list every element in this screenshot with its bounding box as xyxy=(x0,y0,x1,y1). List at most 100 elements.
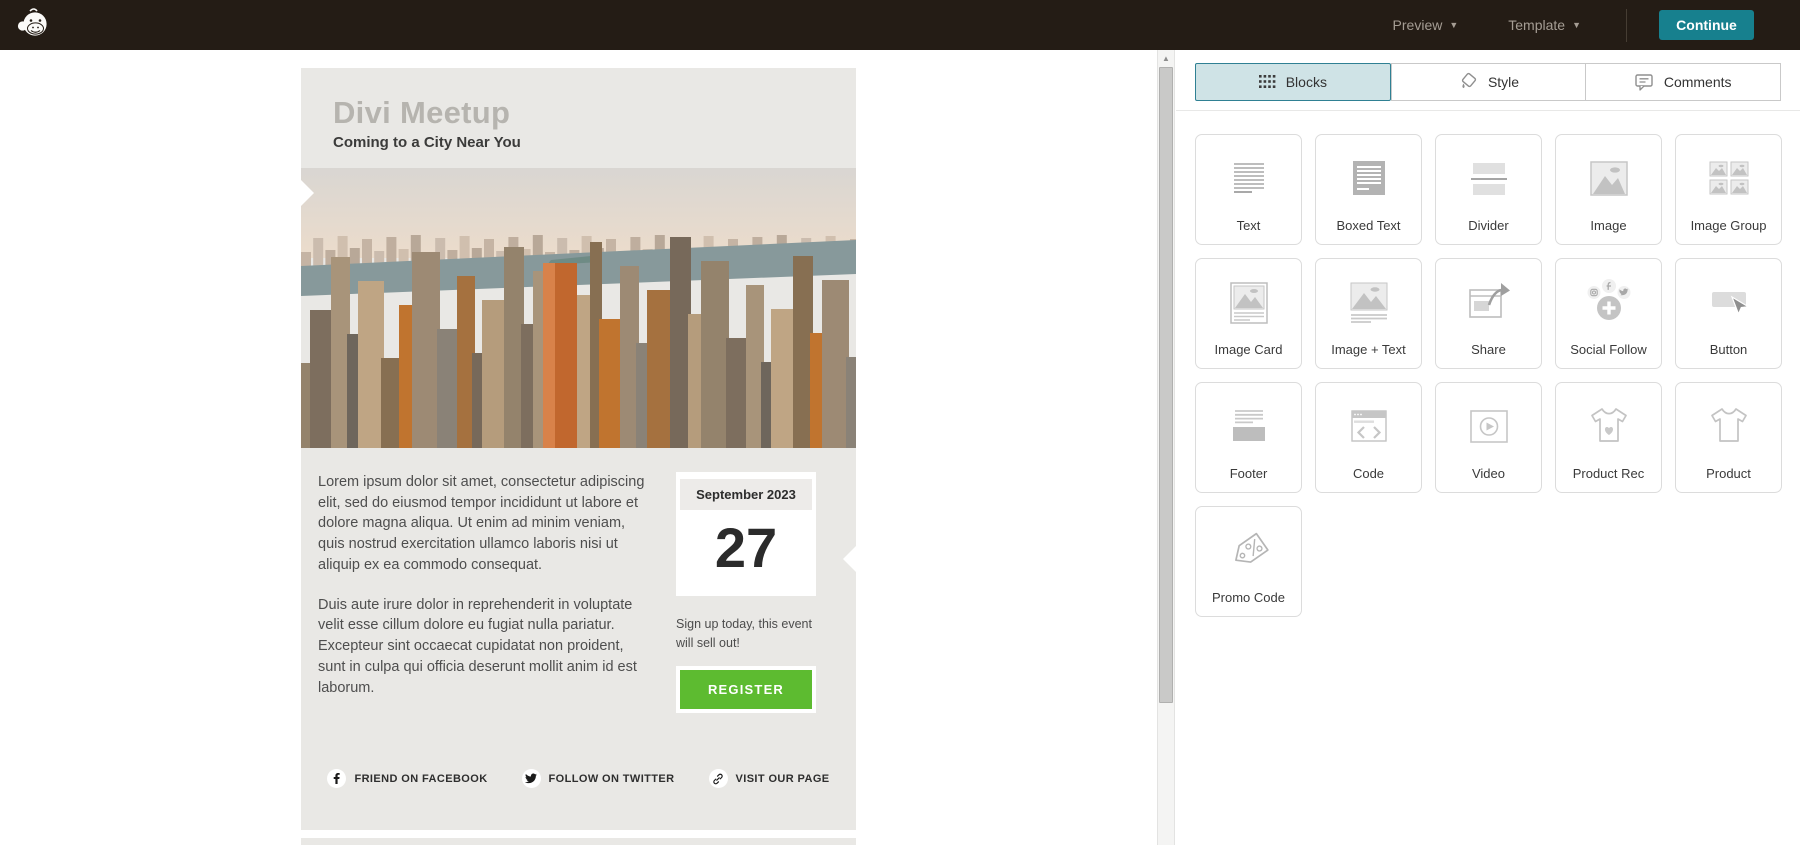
block-tile-video[interactable]: Video xyxy=(1435,382,1542,493)
continue-button[interactable]: Continue xyxy=(1659,10,1754,40)
block-tile-label: Text xyxy=(1236,218,1261,233)
promo-code-icon xyxy=(1221,507,1277,590)
tab-style-label: Style xyxy=(1487,74,1520,90)
share-icon xyxy=(1461,259,1517,342)
block-tile-label: Product xyxy=(1706,466,1751,481)
image-icon xyxy=(1581,135,1637,218)
block-tile-image-plus-text[interactable]: Image + Text xyxy=(1315,258,1422,369)
image-plus-text-icon xyxy=(1341,259,1397,342)
signup-note: Sign up today, this event will sell out! xyxy=(676,617,812,650)
block-tile-label: Code xyxy=(1352,466,1385,481)
vertical-scrollbar[interactable]: ▲ xyxy=(1157,50,1175,845)
block-tile-code[interactable]: Code xyxy=(1315,382,1422,493)
section-marker xyxy=(301,180,314,206)
block-tile-promo-code[interactable]: Promo Code xyxy=(1195,506,1302,617)
preview-menu[interactable]: Preview ▼ xyxy=(1393,17,1459,33)
block-tile-label: Video xyxy=(1471,466,1505,481)
tab-comments-label: Comments xyxy=(1663,74,1732,90)
email-title: Divi Meetup xyxy=(333,95,511,130)
block-tile-label: Social Follow xyxy=(1570,342,1647,357)
email-builder-app: Preview ▼ Template ▼ Continue Divi Meetu… xyxy=(0,0,1800,845)
block-tile-label: Image Group xyxy=(1690,218,1767,233)
footer-icon xyxy=(1221,383,1277,466)
email-social-footer-block[interactable]: FRIEND ON FACEBOOK FOLLOW ON TWITTER VIS… xyxy=(301,769,856,789)
preview-menu-label: Preview xyxy=(1392,17,1443,33)
tab-blocks[interactable]: Blocks xyxy=(1195,63,1391,101)
divider-icon xyxy=(1461,135,1517,218)
top-bar: Preview ▼ Template ▼ Continue xyxy=(0,0,1800,50)
block-tile-button[interactable]: Button xyxy=(1675,258,1782,369)
block-tile-label: Footer xyxy=(1229,466,1268,481)
block-tile-image[interactable]: Image xyxy=(1555,134,1662,245)
event-date-card: September 2023 27 xyxy=(676,472,816,596)
block-tile-label: Boxed Text xyxy=(1336,218,1401,233)
panel-separator xyxy=(1176,110,1800,111)
block-tile-label: Divider xyxy=(1468,218,1509,233)
facebook-icon xyxy=(327,769,347,789)
section-marker xyxy=(843,546,856,572)
boxed-text-icon xyxy=(1341,135,1397,218)
city-skyline-photo[interactable] xyxy=(301,168,856,448)
block-tile-image-card[interactable]: Image Card xyxy=(1195,258,1302,369)
panel-tab-bar: Blocks Style Comments xyxy=(1195,63,1782,101)
block-tile-footer[interactable]: Footer xyxy=(1195,382,1302,493)
template-menu[interactable]: Template ▼ xyxy=(1508,17,1581,33)
twitter-icon xyxy=(521,769,541,789)
text-block-icon xyxy=(1221,135,1277,218)
block-tile-product[interactable]: Product xyxy=(1675,382,1782,493)
block-tile-label: Button xyxy=(1709,342,1748,357)
block-tile-share[interactable]: Share xyxy=(1435,258,1542,369)
product-rec-icon xyxy=(1581,383,1637,466)
block-tile-product-rec[interactable]: Product Rec xyxy=(1555,382,1662,493)
block-tile-label: Image Card xyxy=(1214,342,1283,357)
email-subtitle: Coming to a City Near You xyxy=(333,134,521,151)
comment-icon xyxy=(1635,73,1653,91)
website-link-label: VISIT OUR PAGE xyxy=(735,772,830,785)
block-tile-label: Promo Code xyxy=(1212,590,1285,605)
chevron-down-icon: ▼ xyxy=(1449,20,1459,30)
email-header-block[interactable]: Divi Meetup Coming to a City Near You xyxy=(301,68,856,151)
body-paragraph: Duis aute irure dolor in reprehenderit i… xyxy=(318,596,637,696)
scrollbar-thumb[interactable] xyxy=(1159,67,1173,703)
tab-comments[interactable]: Comments xyxy=(1586,63,1782,101)
block-tile-social-follow[interactable]: Social Follow xyxy=(1555,258,1662,369)
event-sidebar-column: September 2023 27 Sign up today, this ev… xyxy=(676,472,816,717)
email-preview-canvas[interactable]: Divi Meetup Coming to a City Near You Lo… xyxy=(301,68,856,830)
tab-style[interactable]: Style xyxy=(1390,63,1587,101)
template-menu-label: Template xyxy=(1508,17,1566,33)
block-tile-text[interactable]: Text xyxy=(1195,134,1302,245)
editor-side-panel: Blocks Style Comments Text Boxed Text Di… xyxy=(1176,50,1800,845)
block-tile-divider[interactable]: Divider xyxy=(1435,134,1542,245)
button-block-icon xyxy=(1701,259,1757,342)
chevron-down-icon: ▼ xyxy=(1572,20,1581,30)
body-paragraph: Lorem ipsum dolor sit amet, consectetur … xyxy=(318,474,645,573)
paint-icon xyxy=(1461,72,1477,89)
facebook-link-label: FRIEND ON FACEBOOK xyxy=(354,772,488,785)
next-email-section-peek[interactable] xyxy=(301,838,856,845)
facebook-link[interactable]: FRIEND ON FACEBOOK xyxy=(327,769,488,789)
scrollbar-up-arrow-icon[interactable]: ▲ xyxy=(1158,54,1174,63)
twitter-link-label: FOLLOW ON TWITTER xyxy=(548,772,675,785)
image-card-icon xyxy=(1221,259,1277,342)
email-body-block[interactable]: Lorem ipsum dolor sit amet, consectetur … xyxy=(301,448,856,717)
block-tile-boxed-text[interactable]: Boxed Text xyxy=(1315,134,1422,245)
topbar-divider xyxy=(1626,8,1627,42)
event-month: September 2023 xyxy=(680,479,812,510)
mailchimp-freddie-logo-icon[interactable] xyxy=(14,7,50,43)
block-tile-label: Image + Text xyxy=(1331,342,1406,357)
block-tile-label: Share xyxy=(1471,342,1506,357)
website-link[interactable]: VISIT OUR PAGE xyxy=(708,769,830,789)
video-icon xyxy=(1461,383,1517,466)
event-day: 27 xyxy=(714,516,778,579)
block-tile-label: Product Rec xyxy=(1572,466,1645,481)
code-icon xyxy=(1341,383,1397,466)
block-library-grid: Text Boxed Text Divider Image Image Grou… xyxy=(1195,134,1800,617)
link-icon xyxy=(708,769,728,789)
tab-blocks-label: Blocks xyxy=(1285,74,1327,90)
register-button[interactable]: REGISTER xyxy=(676,665,816,713)
block-tile-image-group[interactable]: Image Group xyxy=(1675,134,1782,245)
blocks-grid-icon xyxy=(1258,75,1276,88)
twitter-link[interactable]: FOLLOW ON TWITTER xyxy=(521,769,675,789)
block-tile-label: Image xyxy=(1590,218,1627,233)
product-icon xyxy=(1701,383,1757,466)
